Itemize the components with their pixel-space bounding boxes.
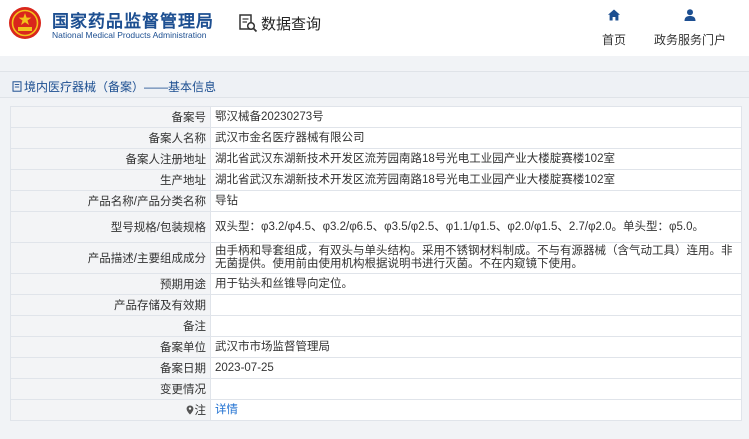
record-detail-table: 备案号 鄂汉械备20230273号 备案人名称 武汉市金名医疗器械有限公司 备案… [10,106,742,421]
nav-gov-service[interactable]: 政务服务门户 [650,8,730,48]
site-header: 国家药品监督管理局 National Medical Products Admi… [0,0,749,56]
user-icon [684,9,696,21]
table-row: 备注 [10,315,742,337]
field-label: 生产地址 [10,169,211,191]
field-label: 备案号 [10,106,211,128]
breadcrumb: 境内医疗器械（备案）——基本信息 [12,78,216,95]
field-value: 由手柄和导套组成，有双头与单头结构。采用不锈钢材料制成。不与有源器械（含气动工具… [210,242,742,274]
field-value: 2023-07-25 [210,357,742,379]
field-value [210,378,742,400]
field-value: 武汉市市场监督管理局 [210,336,742,358]
note-label-cell: 注 [10,399,211,421]
table-row: 变更情况 [10,378,742,400]
table-row: 产品存储及有效期 [10,294,742,316]
field-label: 产品存储及有效期 [10,294,211,316]
field-label: 备案人名称 [10,127,211,149]
field-label: 产品描述/主要组成成分 [10,242,211,274]
breadcrumb-bar: 境内医疗器械（备案）——基本信息 [0,71,749,98]
nav-gov-service-label: 政务服务门户 [653,33,726,47]
table-row: 注 详情 [10,399,742,421]
table-row: 备案人名称 武汉市金名医疗器械有限公司 [10,127,742,149]
breadcrumb-text: 境内医疗器械（备案）——基本信息 [24,80,217,94]
field-label: 备案人注册地址 [10,148,211,170]
field-value: 湖北省武汉东湖新技术开发区流芳园南路18号光电工业园产业大楼腚赛楼102室 [210,169,742,191]
table-row: 备案号 鄂汉械备20230273号 [10,106,742,128]
nav-home[interactable]: 首页 [596,8,632,48]
field-label: 产品名称/产品分类名称 [10,190,211,212]
table-row: 产品名称/产品分类名称 导钻 [10,190,742,212]
national-emblem-icon [9,7,41,39]
field-value: 武汉市金名医疗器械有限公司 [210,127,742,149]
field-label: 备案单位 [10,336,211,358]
field-value: 双头型：φ3.2/φ4.5、φ3.2/φ6.5、φ3.5/φ2.5、φ1.1/φ… [210,211,742,243]
table-row: 生产地址 湖北省武汉东湖新技术开发区流芳园南路18号光电工业园产业大楼腚赛楼10… [10,169,742,191]
field-label: 变更情况 [10,378,211,400]
search-document-icon [239,14,258,33]
field-value: 鄂汉械备20230273号 [210,106,742,128]
field-value [210,315,742,337]
table-row: 预期用途 用于钻头和丝锥导向定位。 [10,273,742,295]
details-link[interactable]: 详情 [215,404,238,416]
field-label: 备注 [10,315,211,337]
note-value-cell: 详情 [210,399,742,421]
data-query-label: 数据查询 [261,15,322,33]
field-value [210,294,742,316]
org-name[interactable]: 国家药品监督管理局 [52,7,214,32]
table-row: 备案日期 2023-07-25 [10,357,742,379]
table-row: 备案人注册地址 湖北省武汉东湖新技术开发区流芳园南路18号光电工业园产业大楼腚赛… [10,148,742,170]
nav-home-label: 首页 [601,33,626,47]
location-pin-icon [186,405,193,415]
field-label: 型号规格/包装规格 [10,211,211,243]
field-value: 湖北省武汉东湖新技术开发区流芳园南路18号光电工业园产业大楼腚赛楼102室 [210,148,742,170]
document-icon [12,81,22,92]
field-label: 注 [194,405,207,417]
field-value: 用于钻头和丝锥导向定位。 [210,273,742,295]
table-row: 产品描述/主要组成成分 由手柄和导套组成，有双头与单头结构。采用不锈钢材料制成。… [10,242,742,274]
home-icon [608,9,620,21]
table-row: 型号规格/包装规格 双头型：φ3.2/φ4.5、φ3.2/φ6.5、φ3.5/φ… [10,211,742,243]
data-query-title[interactable]: 数据查询 [238,12,321,34]
table-row: 备案单位 武汉市市场监督管理局 [10,336,742,358]
org-name-en[interactable]: National Medical Products Administration [52,30,207,40]
field-label: 备案日期 [10,357,211,379]
field-label: 预期用途 [10,273,211,295]
field-value: 导钻 [210,190,742,212]
